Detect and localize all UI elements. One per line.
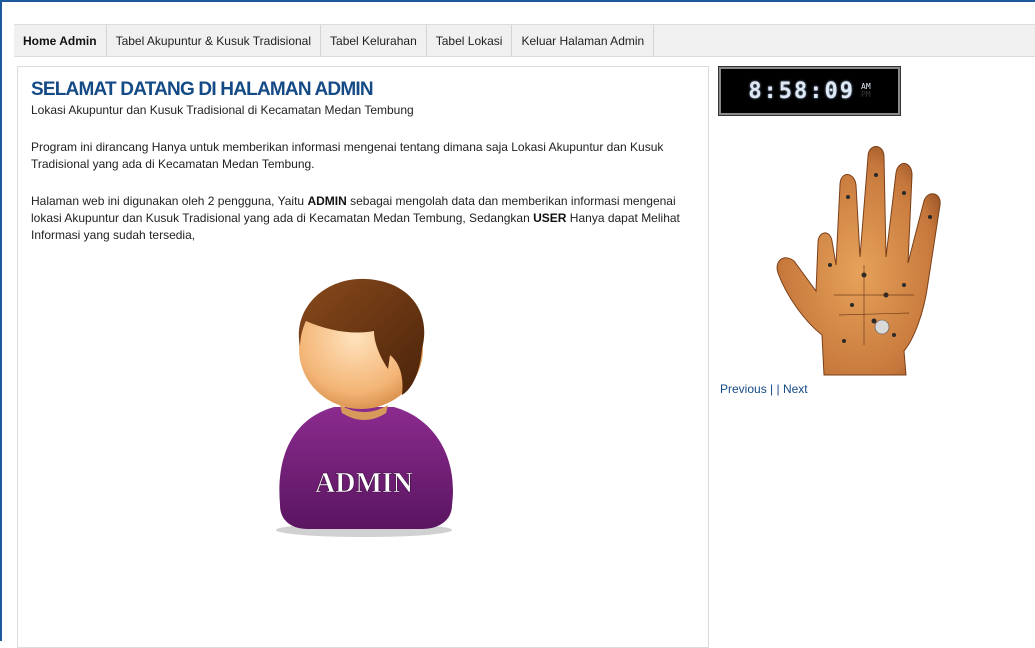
clock-time: 8:58:09 bbox=[748, 78, 856, 104]
digital-clock: 8:58:09 AM PM bbox=[718, 66, 901, 116]
user-word: USER bbox=[533, 211, 567, 225]
nav-tabel-lokasi[interactable]: Tabel Lokasi bbox=[427, 25, 513, 56]
slideshow-pager: Previous | | Next bbox=[720, 382, 808, 396]
nav-tabel-kelurahan[interactable]: Tabel Kelurahan bbox=[321, 25, 427, 56]
top-nav: Home Admin Tabel Akupuntur & Kusuk Tradi… bbox=[14, 24, 1035, 57]
main-content: SELAMAT DATANG DI HALAMAN ADMIN Lokasi A… bbox=[17, 66, 709, 648]
intro-paragraph: Program ini dirancang Hanya untuk member… bbox=[31, 140, 664, 171]
nav-tabel-akupuntur[interactable]: Tabel Akupuntur & Kusuk Tradisional bbox=[107, 25, 322, 56]
clock-pm: PM bbox=[861, 90, 871, 99]
nav-logout[interactable]: Keluar Halaman Admin bbox=[512, 25, 655, 56]
nav-home-admin[interactable]: Home Admin bbox=[14, 25, 107, 56]
next-link[interactable]: Next bbox=[783, 382, 808, 396]
users-text-a: Halaman web ini digunakan oleh 2 penggun… bbox=[31, 194, 308, 208]
reflexology-hand-image bbox=[776, 146, 941, 376]
admin-avatar-icon: ADMIN bbox=[276, 278, 453, 537]
clock-ampm: AM PM bbox=[861, 83, 871, 99]
avatar-label: ADMIN bbox=[315, 468, 413, 499]
page-title: SELAMAT DATANG DI HALAMAN ADMIN bbox=[31, 79, 374, 100]
previous-link[interactable]: Previous bbox=[720, 382, 767, 396]
page-subtitle: Lokasi Akupuntur dan Kusuk Tradisional d… bbox=[31, 103, 414, 117]
pager-separator: | | bbox=[766, 382, 783, 396]
users-paragraph: Halaman web ini digunakan oleh 2 penggun… bbox=[31, 193, 699, 244]
admin-word: ADMIN bbox=[307, 194, 347, 208]
